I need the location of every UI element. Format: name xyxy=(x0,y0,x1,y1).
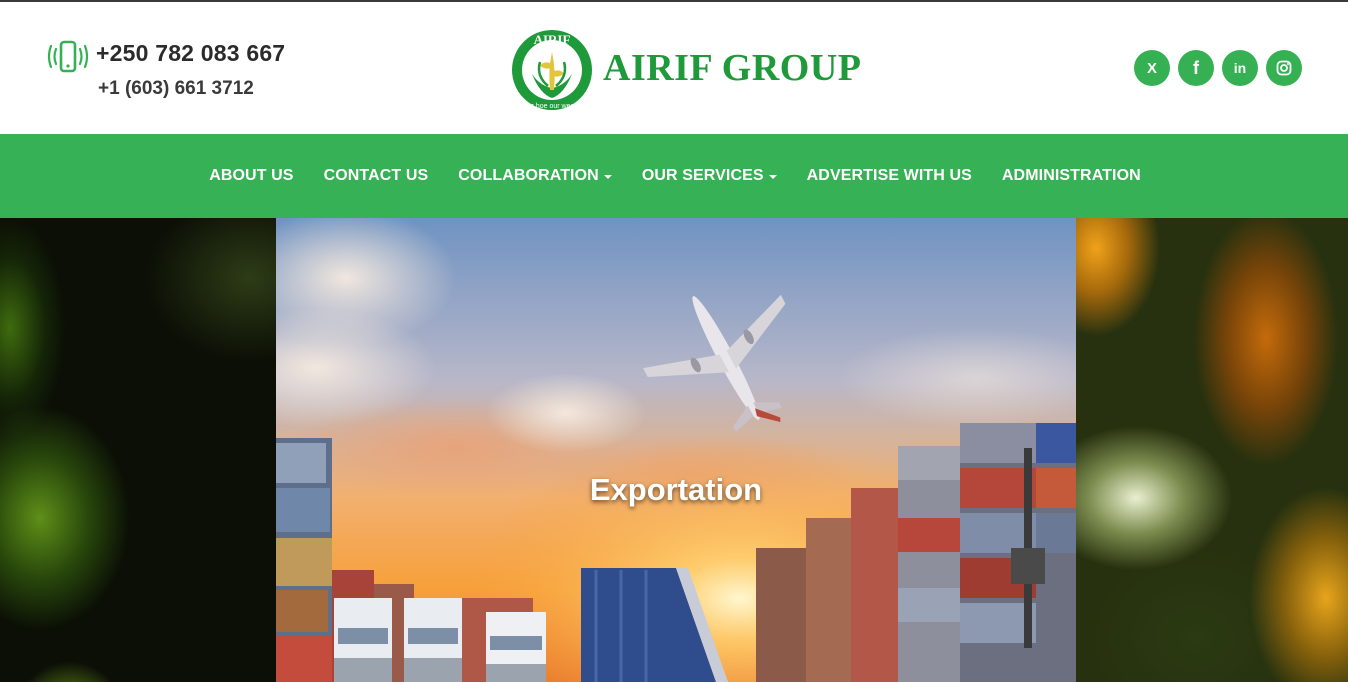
nav-item-collaboration[interactable]: COLLABORATION xyxy=(458,167,612,185)
logo-emblem-text: AIRIF xyxy=(534,32,571,47)
phone-secondary[interactable]: +1 (603) 661 3712 xyxy=(98,78,254,100)
instagram-glyph xyxy=(1276,60,1292,76)
nav-menu: ABOUT US CONTACT US COLLABORATION OUR SE… xyxy=(0,134,1348,218)
nav-item-about-us[interactable]: ABOUT US xyxy=(209,167,293,185)
phone-primary[interactable]: +250 782 083 667 xyxy=(96,40,285,67)
site-logo[interactable]: AIRIF Our hoe our wealth AIRIF GROUP xyxy=(510,24,870,114)
chevron-down-icon xyxy=(603,174,612,179)
slide-image-export-scene xyxy=(276,218,1076,682)
nav-item-contact-us[interactable]: CONTACT US xyxy=(324,167,429,185)
linkedin-icon[interactable]: in xyxy=(1222,50,1258,86)
hero-slide[interactable]: Exportation xyxy=(276,218,1076,682)
social-links: X f in xyxy=(1134,50,1302,87)
nav-item-advertise-with-us[interactable]: ADVERTISE WITH US xyxy=(807,167,972,185)
chevron-down-icon xyxy=(768,174,777,179)
facebook-icon[interactable]: f xyxy=(1178,50,1214,86)
blurred-background-right xyxy=(1076,218,1348,682)
slide-caption: Exportation xyxy=(589,472,763,507)
site-header: +250 782 083 667 +1 (603) 661 3712 AIRIF… xyxy=(0,2,1348,134)
logo-emblem: AIRIF Our hoe our wealth xyxy=(512,30,592,110)
mobile-phone-icon xyxy=(47,40,89,73)
nav-item-our-services[interactable]: OUR SERVICES xyxy=(642,167,777,185)
instagram-icon[interactable] xyxy=(1266,50,1302,86)
blurred-background-left xyxy=(0,218,276,682)
main-navigation: ABOUT US CONTACT US COLLABORATION OUR SE… xyxy=(0,134,1348,218)
hero-slider: Exportation xyxy=(0,218,1348,682)
logo-emblem-slogan: Our hoe our wealth xyxy=(522,103,582,110)
logo-brand-name: AIRIF GROUP xyxy=(603,47,862,89)
x-icon[interactable]: X xyxy=(1134,50,1170,86)
nav-item-administration[interactable]: ADMINISTRATION xyxy=(1002,167,1141,185)
